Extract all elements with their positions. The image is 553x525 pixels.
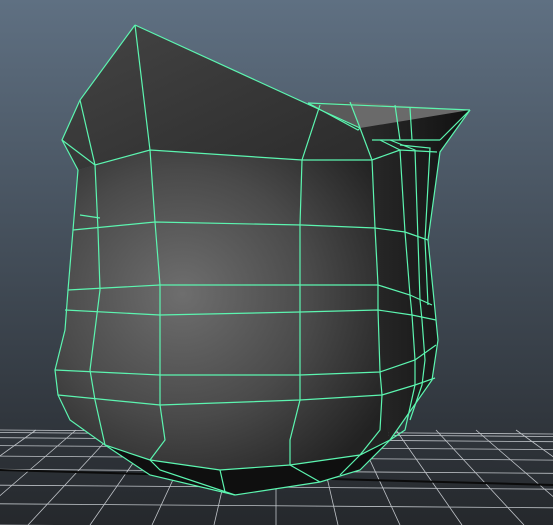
viewport-canvas[interactable] [0,0,553,525]
mesh-front-face [55,150,390,470]
3d-viewport[interactable] [0,0,553,525]
